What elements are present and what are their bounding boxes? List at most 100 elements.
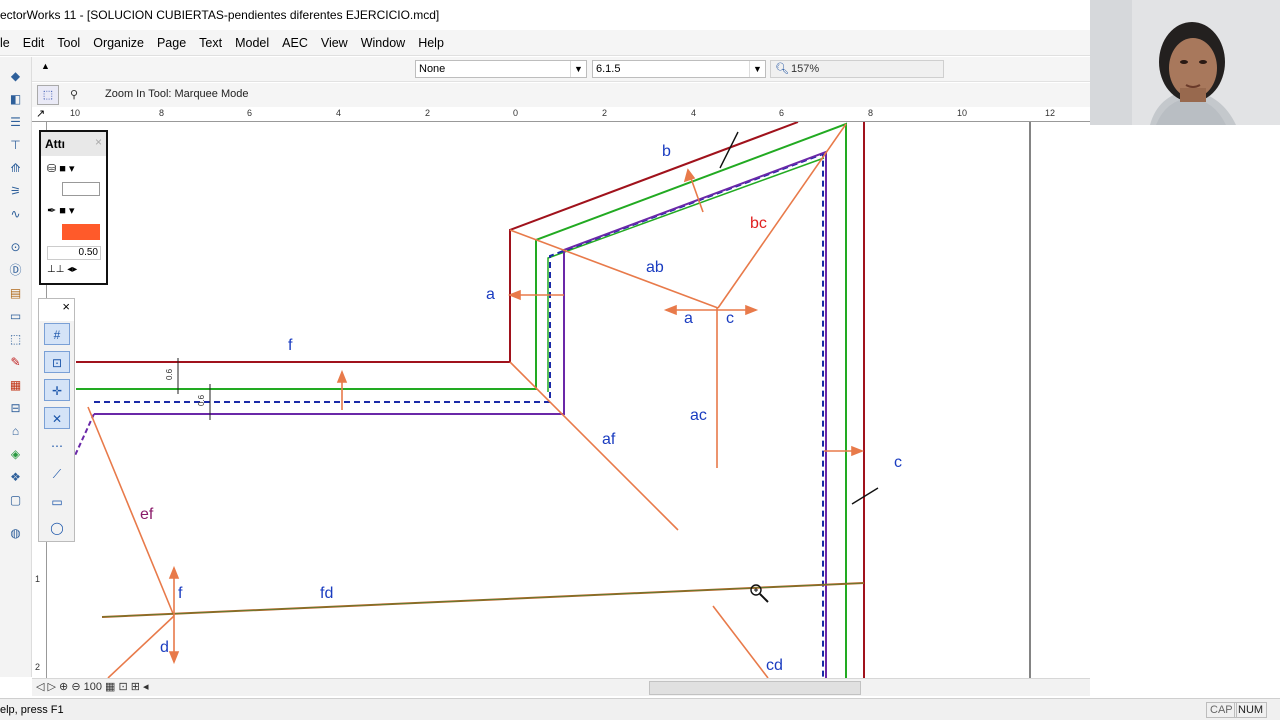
label-ac: ac	[690, 407, 707, 424]
camera-tool-icon[interactable]: ▢	[5, 491, 26, 509]
line-ends-icon[interactable]: ⊥⊥ ◂▸	[47, 264, 77, 275]
column-tool-icon[interactable]: ⊤	[5, 136, 26, 154]
framing-tool-icon[interactable]: ⟰	[5, 159, 26, 177]
scroll-left-icon[interactable]: ◂	[143, 681, 149, 693]
close-icon[interactable]: ×	[95, 135, 102, 149]
label-f-top: f	[288, 337, 293, 354]
snap-point-icon[interactable]: ◯	[44, 517, 70, 539]
hip-line-ab	[509, 229, 719, 309]
zoom-out-icon[interactable]: ⊖	[71, 681, 83, 693]
zoom-field[interactable]: 🔍︎ 157%	[770, 60, 944, 78]
class-selector[interactable]: None ▼	[415, 60, 587, 78]
landscape-tool-icon[interactable]: ◈	[5, 445, 26, 463]
label-ef: ef	[140, 506, 154, 523]
zoom-mode-button[interactable]: ⚲	[63, 85, 85, 105]
ruler-tick: 6	[247, 108, 253, 118]
label-a-left: a	[486, 286, 495, 303]
snap-distance-icon[interactable]: ⋯	[44, 435, 70, 457]
label-d: d	[160, 639, 169, 656]
selection-tool-icon[interactable]: ⬚	[5, 330, 26, 348]
snapping-palette: × # ⊡ ✛ ✕ ⋯ ⟋ ▭ ◯	[38, 298, 75, 542]
next-icon[interactable]: ▷	[48, 681, 60, 693]
stairs-tool-icon[interactable]: ☰	[5, 113, 26, 131]
class-value: None	[419, 63, 446, 75]
status-help: elp, press F1	[0, 704, 64, 716]
fit-icon[interactable]: ▦	[105, 681, 118, 693]
window-title: ectorWorks 11 - [SOLUCION CUBIERTAS-pend…	[0, 0, 1090, 30]
presenter-image	[1090, 0, 1280, 125]
drawing-canvas[interactable]: 0.6 0.6 b bc ab a a c f ac af c ef f fd …	[48, 122, 1090, 678]
wall-inner-line	[547, 157, 825, 392]
snap-intersection-icon[interactable]: ✕	[44, 407, 70, 429]
label-bc: bc	[750, 215, 767, 232]
label-cd: cd	[766, 657, 783, 674]
fill-bucket-icon[interactable]: ⛁ ■ ▾	[47, 162, 75, 175]
zoom-icon: 🔍︎	[775, 63, 789, 75]
purple-outline-left	[71, 413, 95, 463]
rectangle-tool-icon[interactable]: ▭	[5, 307, 26, 325]
furniture-tool-icon[interactable]: ▤	[5, 284, 26, 302]
ruler-tick: 4	[691, 108, 697, 118]
pen-icon[interactable]: ✒ ■ ▾	[47, 204, 75, 217]
spring-tool-icon[interactable]: ∿	[5, 205, 26, 223]
door-tool-icon[interactable]: ⊟	[5, 399, 26, 417]
snap-edge-icon[interactable]: ▭	[44, 491, 70, 513]
menu-text[interactable]: Text	[195, 36, 231, 50]
num-indicator: NUM	[1234, 702, 1268, 718]
snap-object-icon[interactable]: ⊡	[44, 351, 70, 373]
detail-tool-icon[interactable]: ⊙	[5, 238, 26, 256]
menu-help[interactable]: Help	[414, 36, 453, 50]
menu-organize[interactable]: Organize	[89, 36, 153, 50]
horizontal-scrollbar[interactable]: ◁ ▷ ⊕ ⊖ 100 ▦ ⊡ ⊞ ◂	[32, 678, 1090, 696]
roof-plan-drawing: 0.6 0.6 b bc ab a a c f ac af c ef f fd …	[71, 122, 1031, 678]
menu-page[interactable]: Page	[153, 36, 195, 50]
site-tool-icon[interactable]: ▦	[5, 376, 26, 394]
menu-file[interactable]: le	[0, 36, 19, 50]
attributes-palette[interactable]: Attı × ⛁ ■ ▾ ✒ ■ ▾ 0.50 ⊥⊥ ◂▸	[39, 130, 108, 285]
menu-aec[interactable]: AEC	[278, 36, 317, 50]
layer-selector[interactable]: 6.1.5 ▼	[592, 60, 766, 78]
wall-tool-icon[interactable]: ⌂	[5, 422, 26, 440]
marquee-mode-button[interactable]: ⬚	[37, 85, 59, 105]
pen-color-swatch[interactable]	[62, 224, 100, 240]
view-bar: ▲ None ▼ 6.1.5 ▼ 🔍︎ 157%	[32, 57, 1090, 82]
menu-window[interactable]: Window	[357, 36, 414, 50]
menu-view[interactable]: View	[317, 36, 357, 50]
plant-tool-icon[interactable]: ❖	[5, 468, 26, 486]
ruler-tick: 4	[336, 108, 342, 118]
section-tool-icon[interactable]: Ⓓ	[5, 261, 26, 279]
menu-model[interactable]: Model	[231, 36, 278, 50]
construction-tool-icon[interactable]: ◧	[5, 90, 26, 108]
webcam-overlay	[1090, 0, 1280, 125]
snap-tangent-icon[interactable]: ⟋	[44, 463, 70, 485]
pencil-tool-icon[interactable]: ✎	[5, 353, 26, 371]
ruler-tick: 6	[779, 108, 785, 118]
previous-icon[interactable]: ◁	[36, 681, 44, 693]
right-blank-area	[1090, 125, 1280, 698]
zoom-in-icon[interactable]: ⊕	[59, 681, 71, 693]
truss-tool-icon[interactable]: ⚞	[5, 182, 26, 200]
chevron-down-icon: ▼	[570, 61, 586, 77]
dashed-outline	[94, 152, 824, 678]
snap-angle-icon[interactable]: ✛	[44, 379, 70, 401]
snap-grid-icon[interactable]: #	[44, 323, 70, 345]
page-icon[interactable]: ⊞	[131, 681, 143, 693]
zoom-value: 157%	[791, 63, 820, 75]
label-fd: fd	[320, 585, 333, 602]
zoom-100-button[interactable]: 100	[84, 681, 102, 693]
3d-tool-icon[interactable]: ◆	[5, 67, 26, 85]
fill-swatch[interactable]	[62, 182, 100, 196]
menu-edit[interactable]: Edit	[19, 36, 54, 50]
menu-tool[interactable]: Tool	[53, 36, 89, 50]
line-weight-field[interactable]: 0.50	[47, 246, 101, 260]
flyout-arrow-icon[interactable]: ▲	[41, 61, 50, 71]
light-tool-icon[interactable]: ◍	[5, 524, 26, 542]
horizontal-ruler: ↗ 10 8 6 4 2 0 2 4 6 8 10 12	[32, 107, 1090, 122]
chevron-down-icon: ▼	[749, 61, 765, 77]
label-c-right: c	[894, 454, 902, 471]
zoom-sheet-icon[interactable]: ⊡	[118, 681, 130, 693]
scroll-thumb[interactable]	[649, 681, 861, 695]
close-icon[interactable]: ×	[39, 299, 74, 321]
label-a-mid: a	[684, 310, 693, 327]
layer-value: 6.1.5	[596, 63, 621, 75]
